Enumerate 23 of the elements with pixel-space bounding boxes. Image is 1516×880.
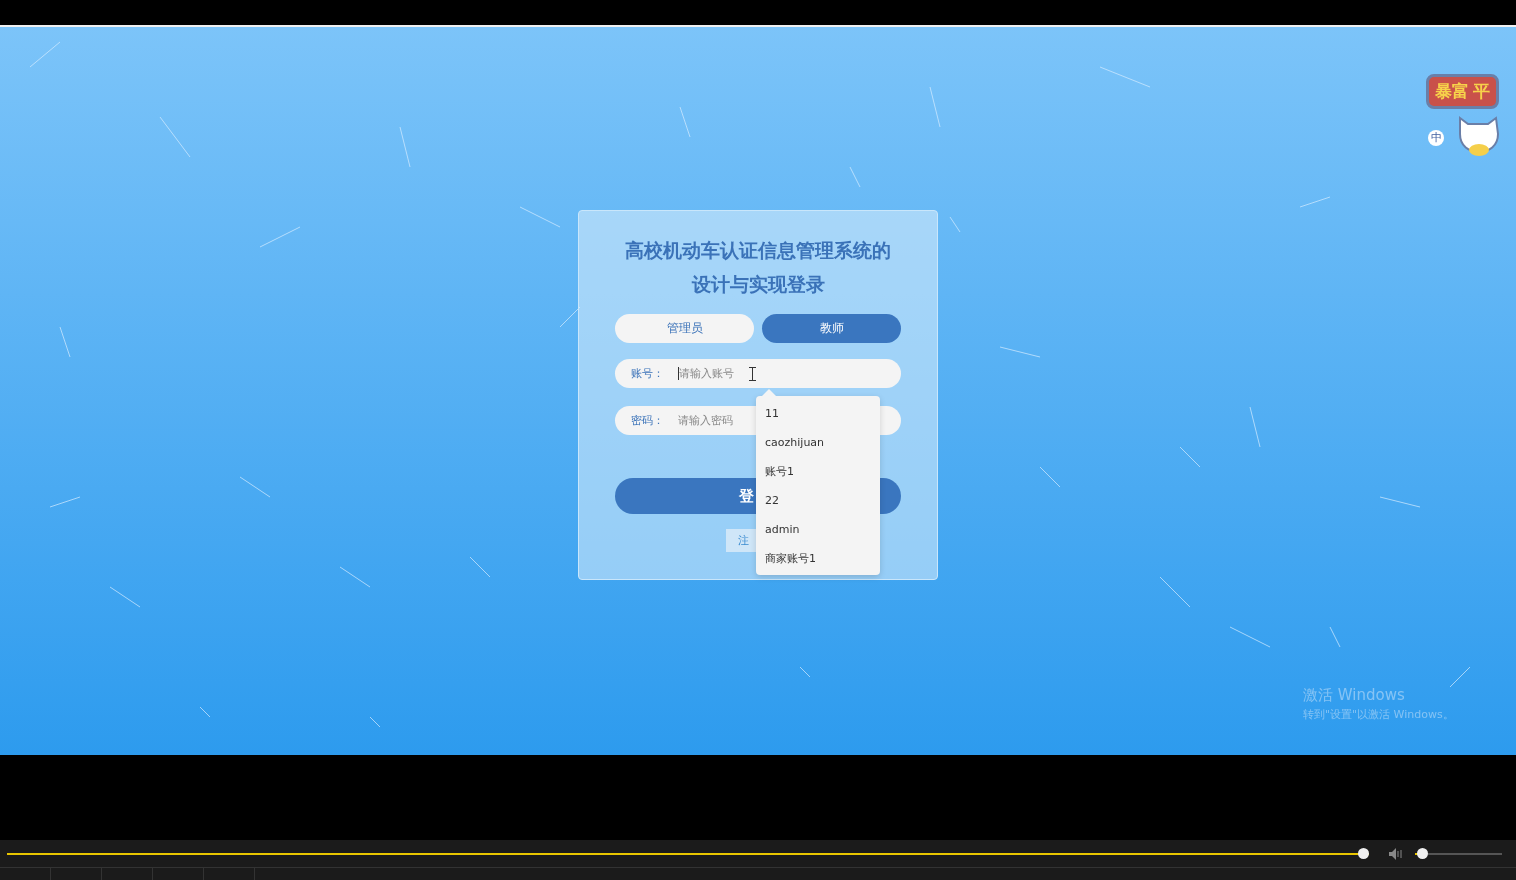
activation-title: 激活 Windows (1303, 686, 1406, 705)
autocomplete-option[interactable]: 22 (765, 486, 880, 515)
sticker-text: 暴富 (1435, 80, 1469, 103)
progress-handle[interactable] (1358, 847, 1369, 859)
volume-handle[interactable] (1416, 847, 1428, 859)
role-tab[interactable]: 教师 (762, 314, 901, 343)
login-title: 高校机动车认证信息管理系统的设计与实现登录 (624, 238, 892, 297)
autocomplete-option[interactable]: 商家账号1 (765, 544, 880, 573)
field-placeholder: 请输入账号 (679, 366, 734, 381)
autocomplete-option[interactable]: caozhijuan (765, 428, 880, 457)
activation-subtitle: 转到"设置"以激活 Windows。 (1303, 707, 1454, 722)
autocomplete-option[interactable]: 账号1 (765, 457, 880, 486)
volume-icon[interactable] (1389, 847, 1403, 860)
ime-indicator[interactable]: 中 (1428, 130, 1444, 146)
text-cursor-icon (749, 366, 756, 381)
autocomplete-option[interactable]: admin (765, 515, 880, 544)
input-field[interactable]: 账号： 请输入账号 (615, 359, 901, 388)
field-label: 密码： (631, 413, 665, 428)
autocomplete-option[interactable]: 11 (765, 399, 880, 428)
role-tab[interactable]: 管理员 (615, 314, 754, 343)
field-placeholder: 请输入密码 (678, 413, 733, 428)
sticker-text: 平 (1473, 80, 1490, 103)
field-label: 账号： (631, 366, 665, 381)
